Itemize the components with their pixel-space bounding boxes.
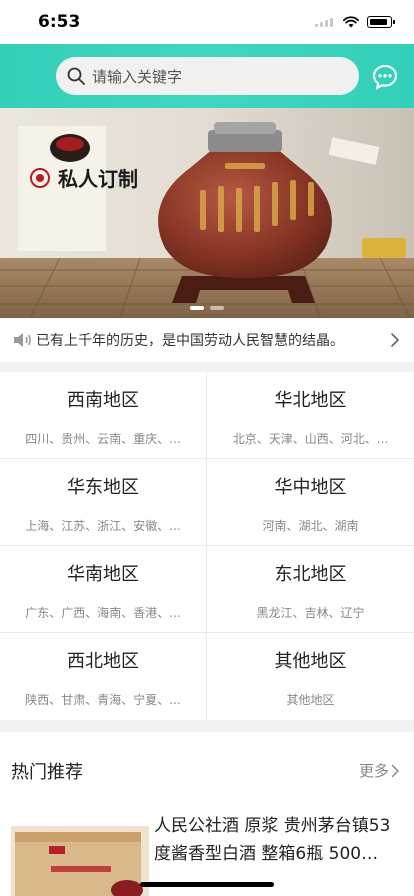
- battery-icon: [367, 16, 395, 28]
- speaker-icon: [14, 333, 31, 347]
- search-placeholder: 请输入关键字: [92, 67, 183, 86]
- region-east[interactable]: 华东地区 上海、江苏、浙江、安徽、...: [0, 459, 207, 546]
- region-provinces: 北京、天津、山西、河北、...: [232, 432, 389, 446]
- region-name: 华东地区: [67, 477, 139, 498]
- product-title: 人民公社酒 原浆 贵州茅台镇53度酱香型白酒 整箱6瓶 500…: [154, 816, 391, 864]
- section-title: 热门推荐: [11, 762, 83, 783]
- region-provinces: 上海、江苏、浙江、安徽、...: [25, 519, 181, 533]
- region-name: 东北地区: [274, 564, 347, 585]
- banner-carousel[interactable]: 私人订制: [0, 108, 414, 318]
- search-bar[interactable]: 请输入关键字: [56, 57, 359, 95]
- region-provinces: 黑龙江、吉林、辽宁: [256, 606, 365, 620]
- hot-recommend-section: 热门推荐 更多 人民公社酒 原浆 贵州茅台镇53度酱香型白酒 整箱6瓶 500…: [0, 732, 414, 896]
- chevron-right-icon: [391, 764, 399, 777]
- region-other[interactable]: 其他地区 其他地区: [207, 633, 414, 720]
- status-icons: [315, 15, 395, 29]
- region-name: 西北地区: [67, 651, 139, 672]
- cellular-signal-icon: [315, 17, 335, 27]
- region-name: 华南地区: [67, 564, 139, 585]
- region-provinces: 其他地区: [286, 693, 335, 707]
- wifi-icon: [343, 16, 359, 28]
- region-northwest[interactable]: 西北地区 陕西、甘肃、青海、宁夏、...: [0, 633, 207, 720]
- region-southwest[interactable]: 西南地区 四川、贵州、云南、重庆、...: [0, 372, 207, 459]
- region-name: 西南地区: [67, 390, 139, 411]
- region-provinces: 四川、贵州、云南、重庆、...: [25, 432, 181, 446]
- region-provinces: 广东、广西、海南、香港、...: [25, 606, 181, 620]
- carousel-dot[interactable]: [190, 306, 204, 310]
- region-central[interactable]: 华中地区 河南、湖北、湖南: [207, 459, 414, 546]
- chevron-right-icon[interactable]: [390, 332, 400, 348]
- region-name: 华北地区: [274, 390, 347, 411]
- home-indicator: [140, 882, 274, 887]
- more-label: 更多: [358, 762, 389, 780]
- region-north[interactable]: 华北地区 北京、天津、山西、河北、...: [207, 372, 414, 459]
- region-provinces: 河南、湖北、湖南: [262, 519, 359, 533]
- region-name: 华中地区: [274, 477, 347, 498]
- banner-image: 私人订制: [0, 108, 414, 318]
- carousel-dot[interactable]: [210, 306, 224, 310]
- product-thumbnail: [11, 826, 149, 896]
- more-link[interactable]: 更多: [359, 760, 400, 781]
- region-name: 其他地区: [274, 651, 347, 672]
- region-grid: 西南地区 四川、贵州、云南、重庆、... 华北地区 北京、天津、山西、河北、..…: [0, 372, 414, 720]
- status-time: 6:53: [38, 12, 81, 32]
- region-northeast[interactable]: 东北地区 黑龙江、吉林、辽宁: [207, 546, 414, 633]
- notice-text: 已有上千年的历史，是中国劳动人民智慧的结晶。: [36, 333, 344, 349]
- region-south[interactable]: 华南地区 广东、广西、海南、香港、...: [0, 546, 207, 633]
- region-provinces: 陕西、甘肃、青海、宁夏、...: [25, 693, 181, 707]
- banner-brand-text: 私人订制: [58, 167, 138, 191]
- header-bar: 请输入关键字: [0, 44, 414, 108]
- notice-bar[interactable]: 已有上千年的历史，是中国劳动人民智慧的结晶。: [0, 318, 414, 362]
- carousel-indicators: [0, 306, 414, 310]
- status-bar: 6:53: [0, 0, 414, 44]
- search-icon: [67, 67, 85, 85]
- chat-icon[interactable]: [372, 64, 398, 90]
